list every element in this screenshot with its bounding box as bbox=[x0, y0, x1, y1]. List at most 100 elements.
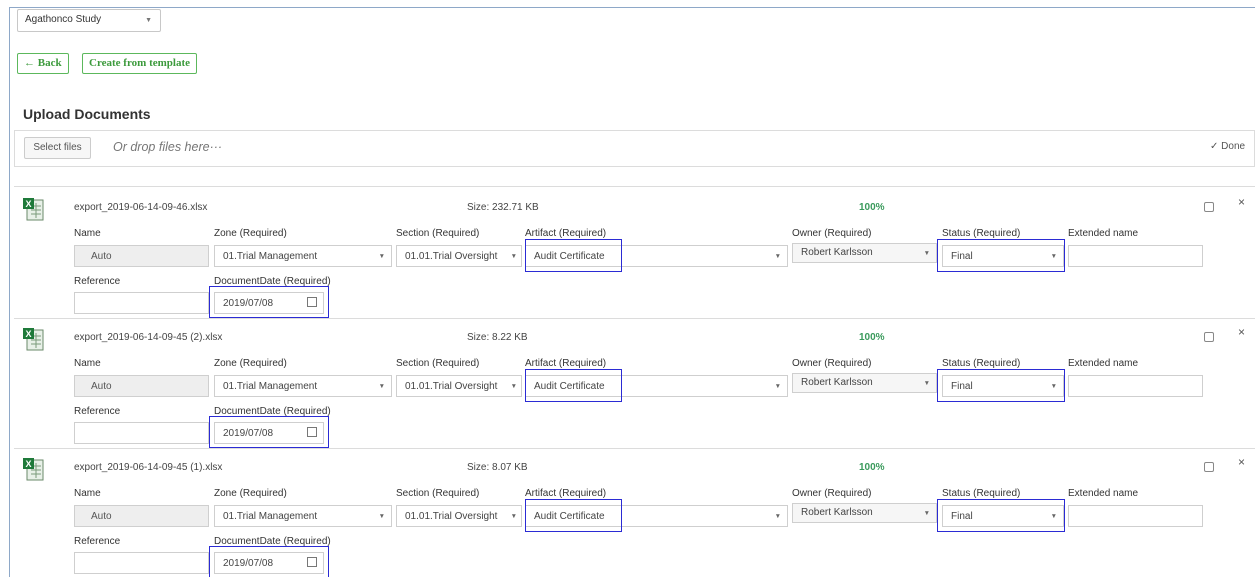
zone-select[interactable]: 01.Trial Management ▼ bbox=[214, 375, 392, 397]
chevron-down-icon: ▼ bbox=[774, 513, 781, 520]
drop-hint: Or drop files here··· bbox=[113, 140, 223, 154]
zone-select[interactable]: 01.Trial Management ▼ bbox=[214, 505, 392, 527]
close-icon[interactable]: × bbox=[1238, 455, 1245, 469]
document-date-highlight bbox=[209, 286, 329, 318]
row-separator bbox=[14, 318, 1255, 319]
chevron-down-icon: ▼ bbox=[774, 383, 781, 390]
reference-label: Reference bbox=[74, 536, 121, 547]
owner-select[interactable]: Robert Karlsson ▼ bbox=[792, 243, 937, 263]
svg-text:X: X bbox=[25, 329, 31, 339]
name-field: Auto bbox=[74, 245, 209, 267]
file-name: export_2019-06-14-09-45 (2).xlsx bbox=[74, 332, 223, 343]
chevron-down-icon: ▼ bbox=[510, 383, 517, 390]
section-label: Section (Required) bbox=[396, 358, 480, 369]
extended-name-input[interactable] bbox=[1068, 375, 1203, 397]
zone-select[interactable]: 01.Trial Management ▼ bbox=[214, 245, 392, 267]
section-label: Section (Required) bbox=[396, 488, 480, 499]
reference-label: Reference bbox=[74, 406, 121, 417]
chevron-down-icon: ▼ bbox=[774, 253, 781, 260]
close-icon[interactable]: × bbox=[1238, 325, 1245, 339]
zone-value: 01.Trial Management bbox=[223, 381, 318, 392]
owner-value: Robert Karlsson bbox=[801, 507, 873, 518]
study-select-value: Agathonco Study bbox=[25, 14, 102, 25]
extended-name-label: Extended name bbox=[1068, 488, 1139, 499]
section-value: 01.01.Trial Oversight bbox=[405, 251, 498, 262]
excel-file-icon: X bbox=[22, 327, 44, 351]
artifact-highlight bbox=[525, 239, 622, 272]
name-label: Name bbox=[74, 228, 101, 239]
document-date-highlight bbox=[209, 546, 329, 577]
section-select[interactable]: 01.01.Trial Oversight ▼ bbox=[396, 375, 522, 397]
copy-icon[interactable] bbox=[1204, 202, 1214, 212]
svg-text:X: X bbox=[25, 199, 31, 209]
name-field: Auto bbox=[74, 505, 209, 527]
copy-icon[interactable] bbox=[1204, 332, 1214, 342]
back-button[interactable]: ← Back bbox=[17, 53, 69, 74]
artifact-label: Artifact (Required) bbox=[525, 228, 607, 239]
upload-progress: 100% bbox=[859, 202, 885, 213]
owner-value: Robert Karlsson bbox=[801, 247, 873, 258]
chevron-down-icon: ▼ bbox=[510, 513, 517, 520]
svg-text:X: X bbox=[25, 459, 31, 469]
file-name: export_2019-06-14-09-46.xlsx bbox=[74, 202, 208, 213]
file-size: Size: 8.07 KB bbox=[467, 462, 528, 473]
section-select[interactable]: 01.01.Trial Oversight ▼ bbox=[396, 505, 522, 527]
section-value: 01.01.Trial Oversight bbox=[405, 511, 498, 522]
row-separator bbox=[14, 448, 1255, 449]
chevron-down-icon: ▼ bbox=[378, 383, 385, 390]
reference-input[interactable] bbox=[74, 552, 209, 574]
file-name: export_2019-06-14-09-45 (1).xlsx bbox=[74, 462, 223, 473]
reference-input[interactable] bbox=[74, 422, 209, 444]
artifact-label: Artifact (Required) bbox=[525, 358, 607, 369]
name-field: Auto bbox=[74, 375, 209, 397]
chevron-down-icon: ▼ bbox=[378, 513, 385, 520]
zone-label: Zone (Required) bbox=[214, 488, 287, 499]
file-size: Size: 8.22 KB bbox=[467, 332, 528, 343]
reference-input[interactable] bbox=[74, 292, 209, 314]
status-highlight bbox=[937, 239, 1065, 272]
excel-file-icon: X bbox=[22, 197, 44, 221]
study-select[interactable]: Agathonco Study ▼ bbox=[17, 9, 161, 32]
zone-value: 01.Trial Management bbox=[223, 251, 318, 262]
page-title: Upload Documents bbox=[23, 106, 151, 122]
chevron-down-icon: ▼ bbox=[923, 380, 930, 387]
check-icon: ✓ bbox=[1210, 141, 1222, 152]
chevron-down-icon: ▼ bbox=[923, 510, 930, 517]
select-files-button[interactable]: Select files bbox=[24, 137, 91, 159]
reference-label: Reference bbox=[74, 276, 121, 287]
done-button[interactable]: ✓ Done bbox=[1210, 141, 1245, 152]
section-select[interactable]: 01.01.Trial Oversight ▼ bbox=[396, 245, 522, 267]
status-highlight bbox=[937, 369, 1065, 402]
extended-name-label: Extended name bbox=[1068, 358, 1139, 369]
chevron-down-icon: ▼ bbox=[510, 253, 517, 260]
owner-label: Owner (Required) bbox=[792, 488, 872, 499]
chevron-down-icon: ▼ bbox=[923, 250, 930, 257]
owner-select[interactable]: Robert Karlsson ▼ bbox=[792, 373, 937, 393]
name-label: Name bbox=[74, 358, 101, 369]
section-label: Section (Required) bbox=[396, 228, 480, 239]
copy-icon[interactable] bbox=[1204, 462, 1214, 472]
extended-name-label: Extended name bbox=[1068, 228, 1139, 239]
owner-select[interactable]: Robert Karlsson ▼ bbox=[792, 503, 937, 523]
file-size: Size: 232.71 KB bbox=[467, 202, 539, 213]
status-label: Status (Required) bbox=[942, 228, 1021, 239]
done-label: Done bbox=[1221, 141, 1246, 152]
upload-progress: 100% bbox=[859, 462, 885, 473]
zone-value: 01.Trial Management bbox=[223, 511, 318, 522]
owner-value: Robert Karlsson bbox=[801, 377, 873, 388]
artifact-highlight bbox=[525, 369, 622, 402]
upload-progress: 100% bbox=[859, 332, 885, 343]
owner-label: Owner (Required) bbox=[792, 358, 872, 369]
document-date-highlight bbox=[209, 416, 329, 448]
status-highlight bbox=[937, 499, 1065, 532]
section-value: 01.01.Trial Oversight bbox=[405, 381, 498, 392]
extended-name-input[interactable] bbox=[1068, 505, 1203, 527]
create-from-template-button[interactable]: Create from template bbox=[82, 53, 197, 74]
close-icon[interactable]: × bbox=[1238, 195, 1245, 209]
name-label: Name bbox=[74, 488, 101, 499]
artifact-highlight bbox=[525, 499, 622, 532]
extended-name-input[interactable] bbox=[1068, 245, 1203, 267]
zone-label: Zone (Required) bbox=[214, 228, 287, 239]
status-label: Status (Required) bbox=[942, 358, 1021, 369]
chevron-down-icon: ▼ bbox=[145, 17, 152, 24]
